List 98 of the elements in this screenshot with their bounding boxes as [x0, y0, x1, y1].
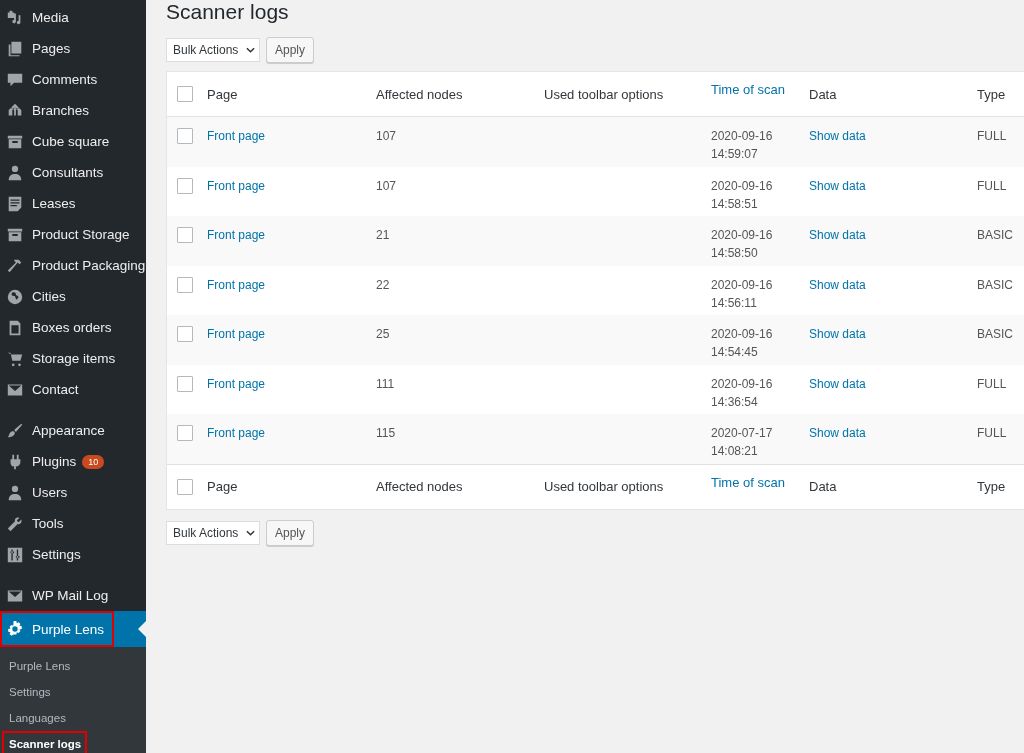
page-link[interactable]: Front page — [207, 178, 266, 193]
row-checkbox[interactable] — [177, 128, 193, 144]
bulk-actions-dropdown[interactable]: Bulk Actions — [166, 520, 260, 545]
table-cell: FULL — [977, 129, 1007, 143]
menu-item[interactable]: Appearance — [0, 415, 146, 446]
table-cell: 107 — [376, 129, 397, 143]
caret-icon — [246, 47, 255, 53]
table-cell: 2020-09-16 14:58:51 — [711, 178, 773, 211]
show-data-link[interactable]: Show data — [809, 178, 866, 193]
table-cell: 21 — [376, 228, 390, 242]
menu-item[interactable]: Cities — [0, 281, 146, 312]
table-cell: 111 — [376, 376, 395, 391]
document-icon — [6, 194, 24, 213]
column-header: Data — [809, 479, 838, 494]
row-checkbox[interactable] — [177, 177, 193, 194]
select-all-checkbox[interactable] — [177, 86, 193, 102]
page-link[interactable]: Front page — [207, 277, 266, 292]
show-data-link[interactable]: Show data — [809, 376, 866, 391]
menu-item[interactable]: Storage items — [0, 343, 146, 374]
submenu-item[interactable]: Settings — [0, 679, 57, 705]
brush-icon — [6, 421, 24, 440]
table-cell: FULL — [977, 178, 1007, 193]
menu-item[interactable]: Comments — [0, 64, 146, 95]
pages-icon — [6, 39, 24, 58]
table-cell: 2020-09-16 14:54:45 — [711, 327, 773, 359]
apply-button[interactable]: Apply — [266, 519, 315, 546]
menu-item[interactable]: Product Packaging — [0, 250, 146, 281]
table-cell: 2020-09-16 14:36:54 — [711, 376, 773, 409]
row-checkbox[interactable] — [177, 276, 193, 293]
menu-item[interactable]: WP Mail Log — [0, 580, 146, 611]
table-cell: 2020-09-16 14:59:07 — [711, 129, 773, 161]
menu-item[interactable]: Consultants — [0, 157, 146, 188]
column-header: Page — [207, 479, 239, 494]
table-cell: BASIC — [977, 277, 1013, 292]
table-cell: FULL — [977, 426, 1007, 440]
pointer-arrow-icon — [138, 621, 146, 637]
show-data-link[interactable]: Show data — [809, 129, 866, 143]
menu-item[interactable]: Branches — [0, 95, 146, 126]
column-header: Type — [977, 479, 1007, 494]
column-header: Used toolbar options — [544, 86, 665, 102]
sortable-column-header[interactable]: Time of scan — [711, 82, 809, 97]
show-data-link[interactable]: Show data — [809, 426, 866, 440]
globe-icon — [6, 287, 24, 306]
table-cell: 2020-09-16 14:58:50 — [711, 228, 773, 260]
menu-item[interactable]: Media — [0, 2, 146, 33]
row-checkbox[interactable] — [177, 326, 193, 342]
table-cell: FULL — [977, 376, 1007, 391]
page-link[interactable]: Front page — [207, 426, 266, 440]
menu-item[interactable]: Pages — [0, 33, 146, 64]
page-title: Scanner logs — [166, 0, 290, 25]
menu-item[interactable]: Contact — [0, 374, 146, 405]
person-icon — [6, 483, 24, 502]
menu-item[interactable]: Purple Lens — [0, 611, 146, 647]
column-header: Affected nodes — [376, 479, 464, 494]
caret-icon — [246, 529, 255, 536]
show-data-link[interactable]: Show data — [809, 277, 866, 292]
menu-item[interactable]: Settings — [0, 539, 146, 570]
table-cell: 2020-09-16 14:56:11 — [711, 277, 773, 310]
settings-icon — [6, 620, 24, 638]
apply-button[interactable]: Apply — [266, 37, 315, 63]
row-checkbox[interactable] — [177, 375, 193, 392]
menu-item[interactable]: Cube square — [0, 126, 146, 157]
table-cell: 107 — [376, 178, 397, 193]
table-cell: BASIC — [977, 327, 1013, 341]
update-count-badge: 10 — [82, 454, 105, 469]
table-cell: 115 — [376, 426, 396, 440]
page-link[interactable]: Front page — [207, 228, 266, 242]
show-data-link[interactable]: Show data — [809, 228, 866, 242]
page-link[interactable]: Front page — [207, 327, 266, 341]
table-cell: BASIC — [977, 228, 1013, 242]
page-link[interactable]: Front page — [207, 376, 266, 391]
select-all-checkbox[interactable] — [177, 478, 193, 495]
menu-item[interactable]: Leases — [0, 188, 146, 219]
table-cell: 2020-07-17 14:08:21 — [711, 426, 773, 458]
menu-item[interactable]: Tools — [0, 508, 146, 539]
row-checkbox[interactable] — [177, 227, 193, 243]
person-icon — [6, 163, 24, 182]
column-header: Page — [207, 86, 239, 102]
wrench-icon — [6, 514, 24, 533]
menu-item[interactable]: Boxes orders — [0, 312, 146, 343]
submenu-item[interactable]: Purple Lens — [0, 653, 77, 679]
bulk-actions-dropdown[interactable]: Bulk Actions — [166, 38, 260, 62]
menu-item[interactable]: Plugins 10 — [0, 446, 146, 477]
table-cell: 22 — [376, 277, 390, 292]
sortable-column-header[interactable]: Time of scan — [711, 474, 809, 490]
menu-item[interactable]: Users — [0, 477, 146, 508]
column-header: Used toolbar options — [544, 479, 665, 494]
menu-item[interactable]: Product Storage — [0, 219, 146, 250]
page-link[interactable]: Front page — [207, 129, 266, 143]
row-checkbox[interactable] — [177, 425, 193, 441]
submenu-item[interactable]: Scanner logs — [2, 731, 88, 753]
show-data-link[interactable]: Show data — [809, 327, 866, 341]
table-cell: 25 — [376, 327, 390, 341]
submenu-item[interactable]: Languages — [0, 705, 72, 731]
sliders-icon — [6, 545, 24, 564]
column-header: Affected nodes — [376, 86, 464, 102]
column-header: Data — [809, 86, 838, 102]
column-header: Type — [977, 86, 1007, 102]
